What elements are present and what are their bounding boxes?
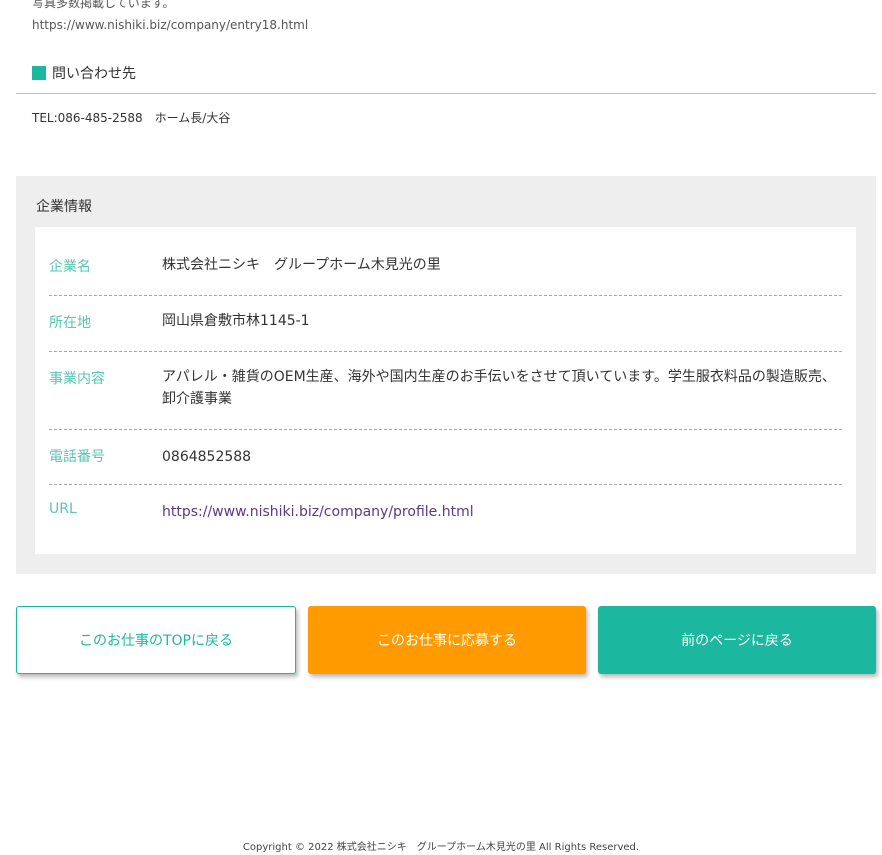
info-value: アパレル・雑貨のOEM生産、海外や国内生産のお手伝いをさせて頂いています。学生服…	[162, 369, 836, 407]
info-label: URL	[49, 501, 77, 517]
contact-text: TEL:086-485-2588 ホーム長/大谷	[32, 111, 231, 125]
back-button[interactable]: 前のページに戻る	[598, 606, 876, 674]
intro-description: 写真多数掲載しています。	[32, 0, 175, 10]
footer-copyright: Copyright ©︎ 2022 株式会社ニシキ グループホーム木見光の里 A…	[242, 842, 640, 853]
divider	[16, 93, 876, 94]
intro-text: 写真多数掲載しています。 https://www.nishiki.biz/com…	[32, 0, 832, 36]
info-value: 0864852588	[162, 449, 252, 465]
info-row-phone: 電話番号 0864852588	[49, 430, 842, 485]
company-info-table: 企業名 株式会社ニシキ グループホーム木見光の里 所在地 岡山県倉敷市林1145…	[35, 227, 856, 554]
info-value: 岡山県倉敷市林1145-1	[162, 313, 310, 329]
apply-button[interactable]: このお仕事に応募する	[308, 606, 586, 674]
entry-link[interactable]: https://www.nishiki.biz/company/entry18.…	[32, 18, 308, 32]
info-label: 所在地	[49, 315, 91, 331]
info-label: 事業内容	[49, 371, 105, 387]
job-top-button[interactable]: このお仕事のTOPに戻る	[16, 606, 296, 674]
company-info-title: 企業情報	[36, 199, 92, 215]
info-label: 企業名	[49, 259, 91, 275]
contact-heading-label: 問い合わせ先	[52, 66, 136, 82]
info-row-address: 所在地 岡山県倉敷市林1145-1	[49, 296, 842, 352]
info-value: 株式会社ニシキ グループホーム木見光の里	[162, 257, 441, 273]
company-url-link[interactable]: https://www.nishiki.biz/company/profile.…	[162, 502, 842, 541]
info-row-url: URL https://www.nishiki.biz/company/prof…	[49, 485, 842, 541]
info-label: 電話番号	[49, 449, 105, 465]
square-bullet-icon	[32, 66, 46, 80]
contact-heading: 問い合わせ先	[32, 64, 136, 82]
company-info-section: 企業情報 企業名 株式会社ニシキ グループホーム木見光の里 所在地 岡山県倉敷市…	[16, 176, 876, 574]
info-row-business: 事業内容 アパレル・雑貨のOEM生産、海外や国内生産のお手伝いをさせて頂いていま…	[49, 352, 842, 430]
info-row-company-name: 企業名 株式会社ニシキ グループホーム木見光の里	[49, 227, 842, 296]
